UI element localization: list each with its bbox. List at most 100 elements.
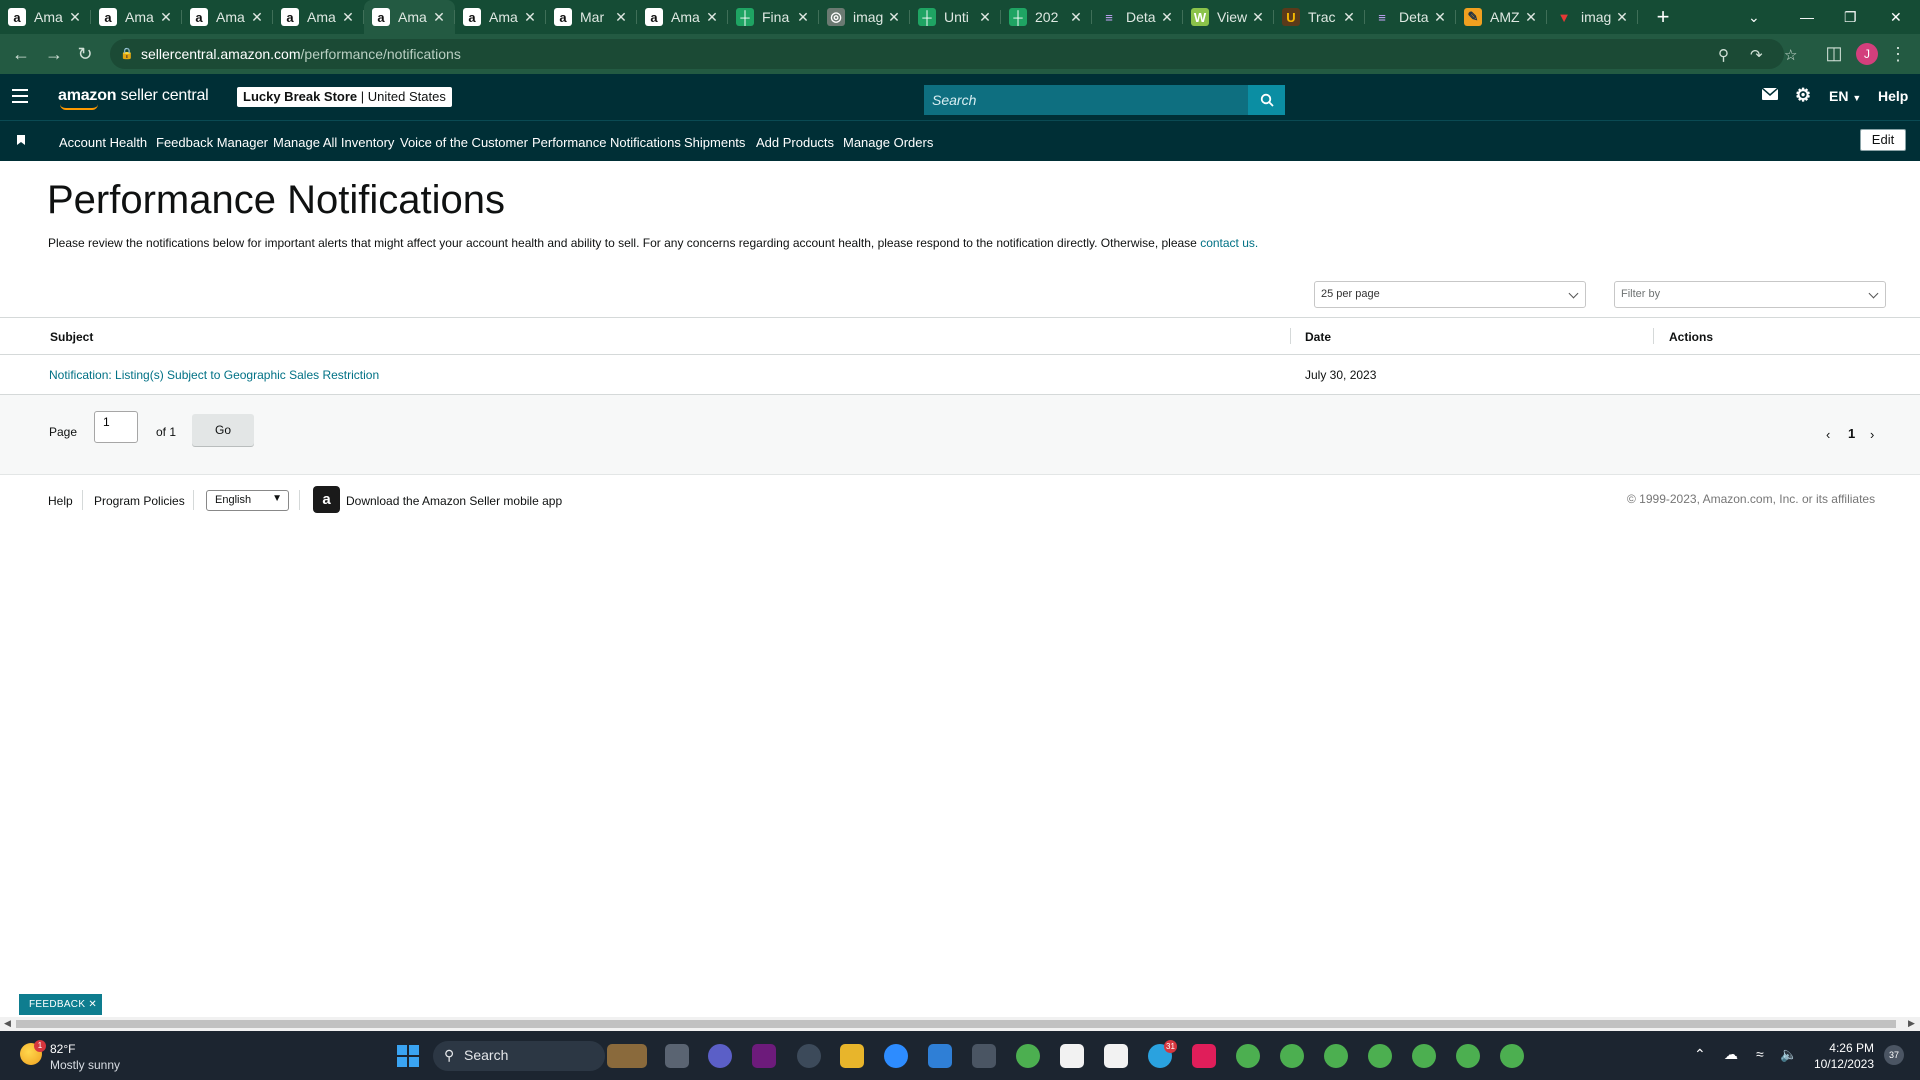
chrome-icon[interactable] — [1368, 1044, 1392, 1068]
go-button[interactable]: Go — [192, 414, 254, 446]
contact-us-link[interactable]: contact us. — [1200, 236, 1258, 250]
nav-account-health[interactable]: Account Health — [59, 135, 147, 150]
close-tab-icon[interactable]: ✕ — [613, 8, 629, 26]
next-page-icon[interactable]: › — [1870, 427, 1874, 442]
browser-tab[interactable]: a Ama ✕ — [455, 0, 546, 34]
zoom-icon[interactable]: ⚲ — [1718, 46, 1729, 64]
reload-icon[interactable]: ↻ — [73, 44, 97, 65]
close-tab-icon[interactable]: ✕ — [1614, 8, 1630, 26]
close-window-icon[interactable]: ✕ — [1890, 0, 1902, 34]
browser-tab[interactable]: ≡ Deta ✕ — [1092, 0, 1183, 34]
browser-menu-icon[interactable]: ⋮ — [1886, 44, 1910, 65]
nav-add-products[interactable]: Add Products — [756, 135, 834, 150]
zoom-app-icon[interactable] — [884, 1044, 908, 1068]
help-link[interactable]: Help — [1878, 88, 1908, 104]
show-hidden-icons-icon[interactable]: ⌃ — [1694, 1046, 1706, 1063]
browser-tab[interactable]: W View ✕ — [1183, 0, 1274, 34]
browser-tab[interactable]: a Ama ✕ — [637, 0, 728, 34]
column-subject[interactable]: Subject — [50, 330, 93, 344]
per-page-select[interactable]: 25 per page — [1314, 281, 1586, 308]
browser-tab[interactable]: a Ama ✕ — [0, 0, 91, 34]
maximize-icon[interactable]: ❐ — [1844, 0, 1857, 34]
temperature[interactable]: 82°F — [50, 1042, 75, 1056]
chrome-icon[interactable] — [1280, 1044, 1304, 1068]
close-tab-icon[interactable]: ✕ — [704, 8, 720, 26]
browser-tab[interactable]: U Trac ✕ — [1274, 0, 1365, 34]
browser-tab[interactable]: a Ama ✕ — [91, 0, 182, 34]
browser-tab[interactable]: ┼ Fina ✕ — [728, 0, 819, 34]
browser-tab[interactable]: ┼ Unti ✕ — [910, 0, 1001, 34]
task-view-icon[interactable] — [665, 1044, 689, 1068]
forward-icon[interactable]: → — [42, 44, 66, 65]
file-explorer-icon[interactable] — [840, 1044, 864, 1068]
browser-tab[interactable]: ▼ imag ✕ — [1547, 0, 1638, 34]
teams-icon[interactable] — [708, 1044, 732, 1068]
lock-icon[interactable]: 🔒 — [120, 47, 134, 60]
notification-count-badge[interactable]: 37 — [1884, 1045, 1904, 1065]
chrome-icon[interactable] — [1016, 1044, 1040, 1068]
browser-tab[interactable]: a Ama ✕ — [273, 0, 364, 34]
browser-tab[interactable]: ≡ Deta ✕ — [1365, 0, 1456, 34]
close-tab-icon[interactable]: ✕ — [249, 8, 265, 26]
close-tab-icon[interactable]: ✕ — [158, 8, 174, 26]
current-page-number[interactable]: 1 — [1848, 426, 1855, 441]
tab-search-icon[interactable]: ⌄ — [1748, 0, 1760, 34]
close-tab-icon[interactable]: ✕ — [1432, 8, 1448, 26]
search-highlight-icon[interactable] — [607, 1044, 647, 1068]
notification-subject-link[interactable]: Notification: Listing(s) Subject to Geog… — [49, 368, 379, 382]
nav-manage-orders[interactable]: Manage Orders — [843, 135, 933, 150]
close-tab-icon[interactable]: ✕ — [1523, 8, 1539, 26]
share-icon[interactable]: ↷ — [1750, 46, 1763, 64]
taskbar-search[interactable]: ⚲ Search — [433, 1041, 605, 1071]
side-panel-icon[interactable]: ◫ — [1822, 43, 1846, 64]
program-policies-link[interactable]: Program Policies — [94, 494, 185, 508]
windows-start-icon[interactable] — [397, 1045, 419, 1067]
settings-gear-icon[interactable]: ⚙ — [1795, 85, 1811, 106]
close-tab-icon[interactable]: ✕ — [886, 8, 902, 26]
footer-help-link[interactable]: Help — [48, 494, 73, 508]
close-tab-icon[interactable]: ✕ — [340, 8, 356, 26]
bookmark-icon[interactable] — [17, 135, 25, 145]
store-switcher[interactable]: Lucky Break Store | United States — [237, 87, 452, 107]
chrome-icon[interactable] — [1500, 1044, 1524, 1068]
search-button[interactable] — [1248, 85, 1285, 115]
scroll-left-icon[interactable]: ◀ — [4, 1018, 11, 1029]
close-tab-icon[interactable]: ✕ — [1250, 8, 1266, 26]
close-tab-icon[interactable]: ✕ — [795, 8, 811, 26]
amazon-seller-app-icon[interactable]: a — [313, 486, 340, 513]
scrollbar-thumb[interactable] — [16, 1020, 1896, 1028]
seller-central-logo[interactable]: amazon seller central — [58, 87, 209, 110]
previous-page-icon[interactable]: ‹ — [1826, 427, 1830, 442]
new-tab-icon[interactable]: + — [1648, 4, 1678, 30]
close-tab-icon[interactable]: ✕ — [1159, 8, 1175, 26]
edit-bookmarks-button[interactable]: Edit — [1860, 129, 1906, 151]
volume-icon[interactable]: 🔈 — [1780, 1046, 1797, 1063]
minimize-icon[interactable]: — — [1800, 0, 1814, 34]
chrome-icon[interactable] — [1412, 1044, 1436, 1068]
language-selector[interactable]: EN ▼ — [1829, 88, 1861, 104]
search-input[interactable] — [924, 85, 1251, 115]
slack-icon[interactable] — [1192, 1044, 1216, 1068]
close-tab-icon[interactable]: ✕ — [67, 8, 83, 26]
mail-icon[interactable] — [1761, 87, 1779, 103]
close-icon[interactable]: ✕ — [88, 999, 97, 1010]
filter-select[interactable]: Filter by — [1614, 281, 1886, 308]
close-tab-icon[interactable]: ✕ — [1341, 8, 1357, 26]
browser-tab[interactable]: ┼ 202 ✕ — [1001, 0, 1092, 34]
column-date[interactable]: Date — [1305, 330, 1331, 344]
system-clock[interactable]: 4:26 PM 10/12/2023 — [1810, 1040, 1874, 1072]
nav-voice-of-the-customer[interactable]: Voice of the Customer — [400, 135, 528, 150]
chart-app-icon[interactable] — [1060, 1044, 1084, 1068]
close-tab-icon[interactable]: ✕ — [522, 8, 538, 26]
scroll-right-icon[interactable]: ▶ — [1908, 1018, 1915, 1029]
bookmark-star-icon[interactable]: ☆ — [1784, 46, 1797, 64]
nav-performance-notifications[interactable]: Performance Notifications — [532, 135, 681, 150]
weather-condition[interactable]: Mostly sunny — [50, 1058, 120, 1072]
nav-manage-all-inventory[interactable]: Manage All Inventory — [273, 135, 394, 150]
next-app-icon[interactable] — [752, 1044, 776, 1068]
sync-app-icon[interactable] — [797, 1044, 821, 1068]
chart-app-icon[interactable] — [1104, 1044, 1128, 1068]
nav-shipments[interactable]: Shipments — [684, 135, 745, 150]
calculator-icon[interactable] — [972, 1044, 996, 1068]
wifi-icon[interactable]: ≈ — [1756, 1046, 1764, 1062]
